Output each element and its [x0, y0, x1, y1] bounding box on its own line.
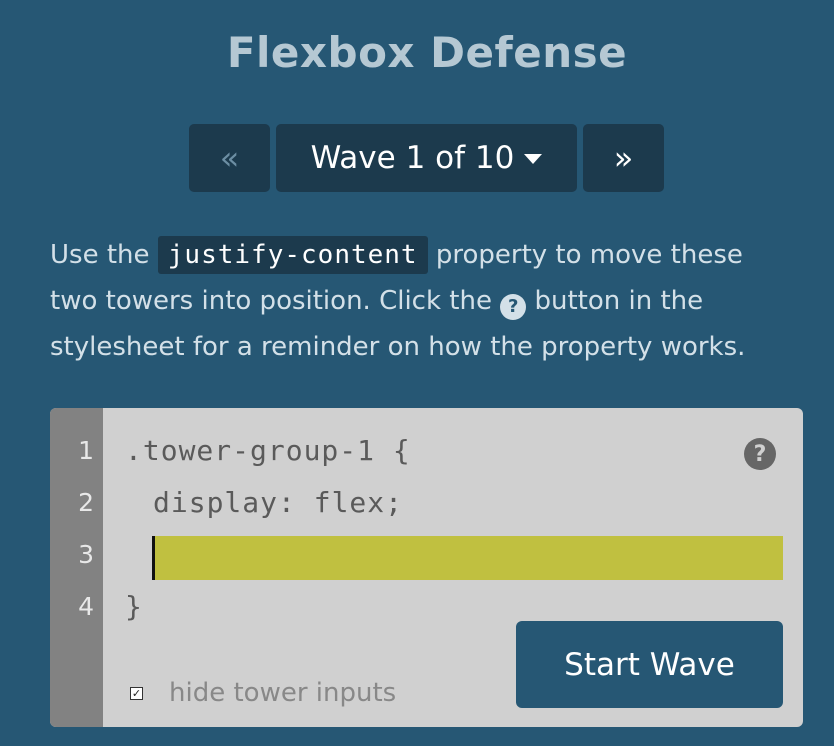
line-number: 3 [78, 540, 94, 569]
instructions-text-1: Use the [50, 240, 158, 270]
instructions: Use the justify-content property to move… [50, 232, 790, 370]
wave-selector-label: Wave 1 of 10 [310, 140, 515, 176]
line-number-gutter: 1 2 3 4 [50, 408, 103, 727]
code-line-selector: .tower-group-1 { [125, 434, 411, 467]
hide-tower-inputs-toggle[interactable]: ✓ hide tower inputs [130, 678, 396, 708]
code-line-display: display: flex; [153, 486, 404, 519]
code-line-close-brace: } [125, 590, 143, 623]
css-editor: 1 2 3 4 .tower-group-1 { ? display: flex… [50, 408, 803, 727]
line-number: 2 [78, 488, 94, 517]
question-icon: ? [500, 294, 527, 320]
line-number: 1 [78, 436, 94, 465]
hide-tower-inputs-checkbox[interactable]: ✓ [130, 686, 143, 700]
previous-wave-button[interactable]: « [189, 124, 270, 192]
hide-tower-inputs-label: hide tower inputs [169, 678, 397, 708]
property-code: justify-content [157, 236, 428, 274]
help-icon[interactable]: ? [744, 438, 776, 470]
line-number: 4 [78, 592, 94, 621]
start-wave-button[interactable]: Start Wave [516, 621, 783, 708]
css-property-input[interactable] [152, 536, 783, 580]
caret-down-icon [524, 154, 543, 164]
page-title: Flexbox Defense [226, 28, 628, 77]
wave-selector-dropdown[interactable]: Wave 1 of 10 [276, 124, 577, 192]
next-wave-button[interactable]: » [583, 124, 664, 192]
